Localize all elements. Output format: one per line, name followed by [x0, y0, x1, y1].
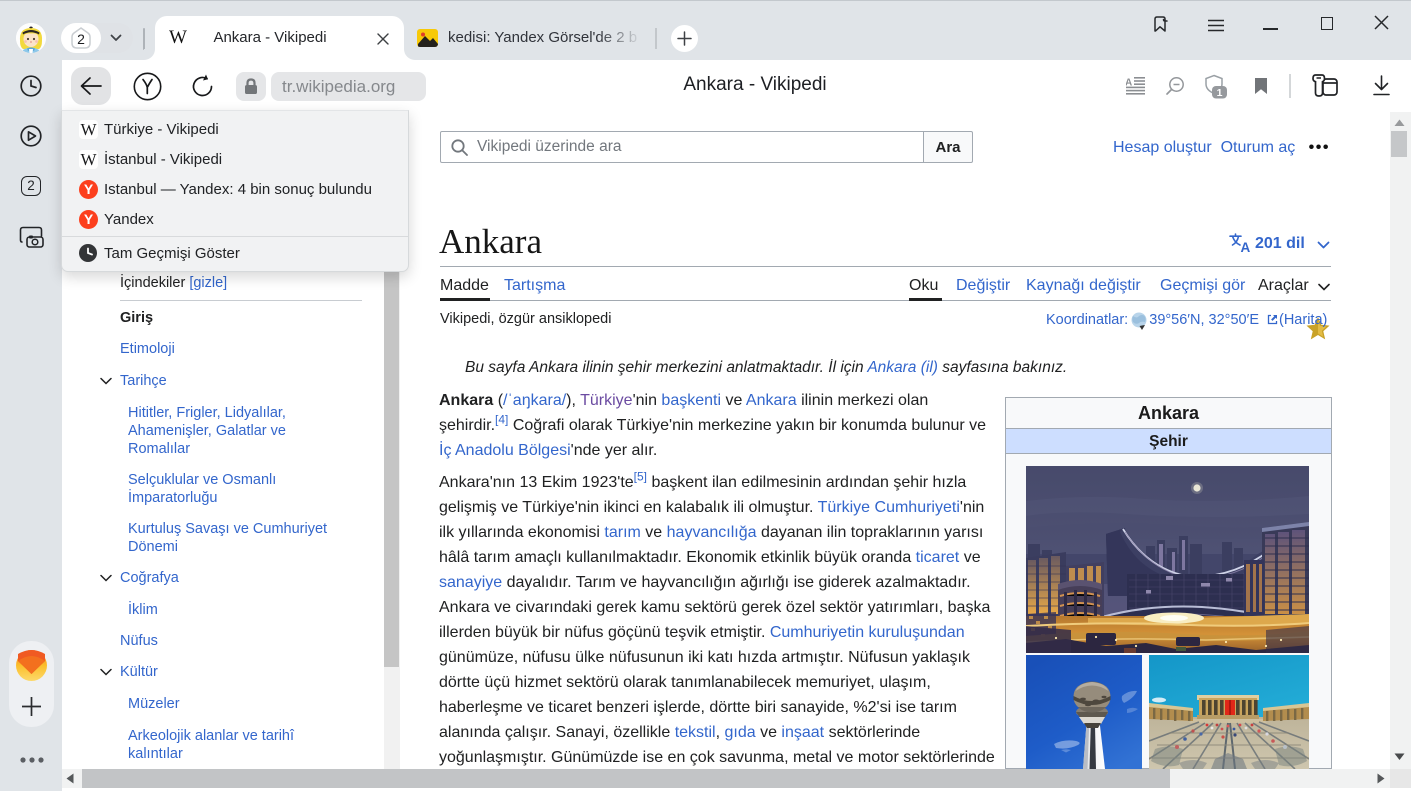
svg-text:A: A	[1241, 240, 1251, 253]
svg-text:1: 1	[1217, 87, 1223, 99]
